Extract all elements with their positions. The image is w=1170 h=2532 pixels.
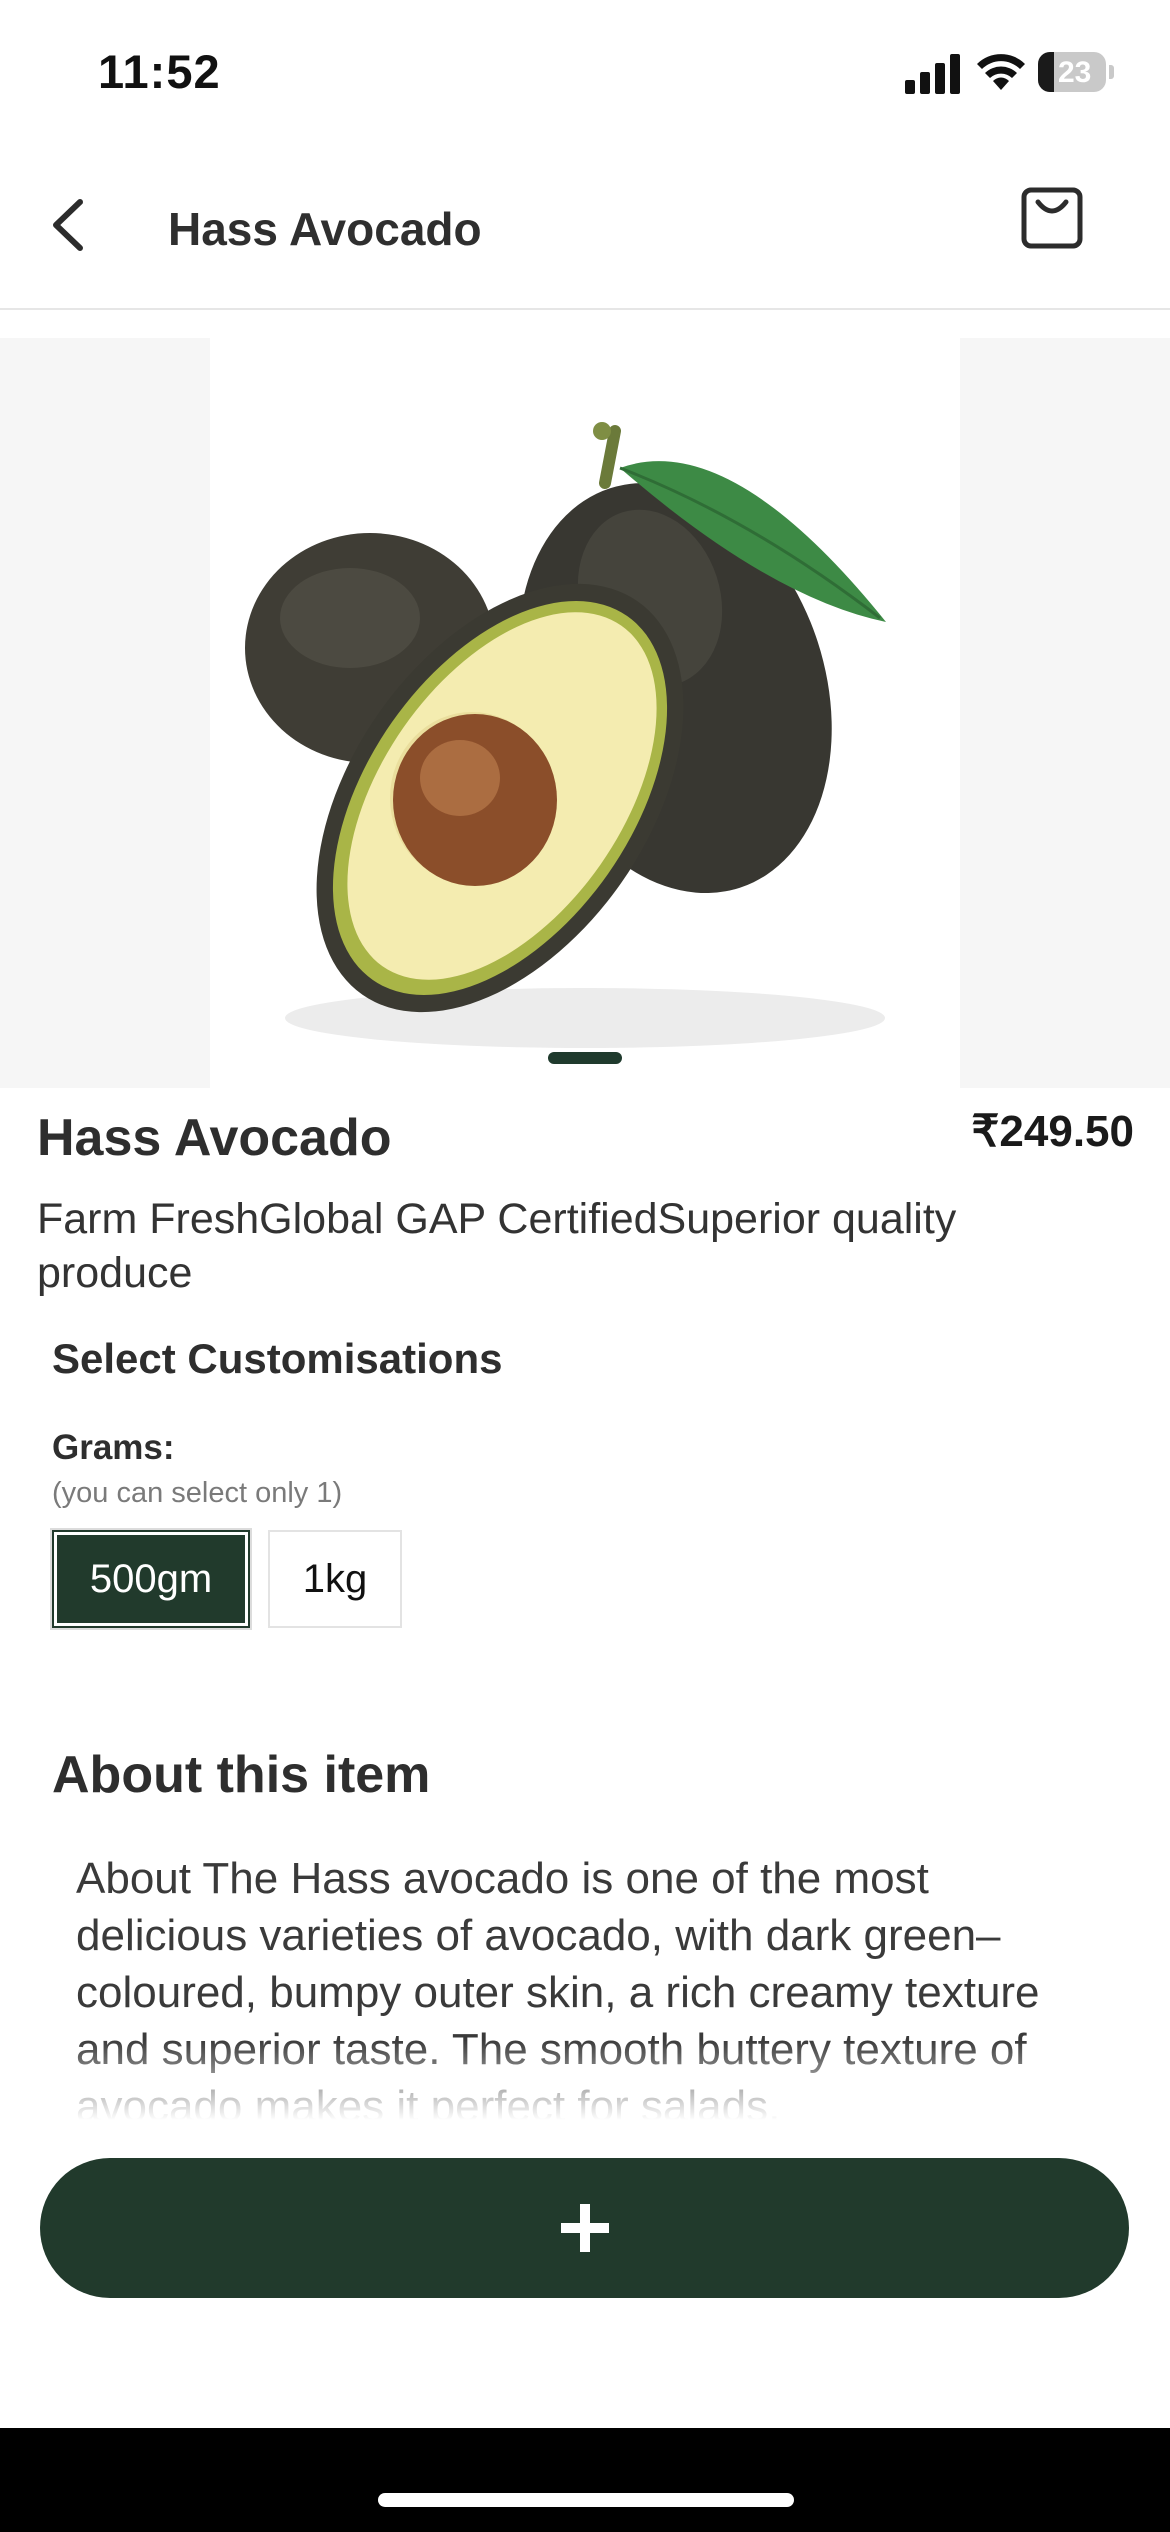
battery-icon: 23 xyxy=(1038,52,1114,92)
product-name: Hass Avocado xyxy=(37,1109,392,1167)
carousel-prev-panel xyxy=(0,338,210,1088)
product-image-carousel[interactable] xyxy=(0,338,1170,1088)
add-to-cart-button[interactable] xyxy=(40,2158,1129,2298)
about-text-container[interactable]: About The Hass avocado is one of the mos… xyxy=(76,1850,1086,2120)
wifi-icon xyxy=(977,54,1025,90)
home-indicator[interactable] xyxy=(378,2493,794,2507)
carousel-next-panel xyxy=(960,338,1170,1088)
carousel-indicator-active[interactable] xyxy=(548,1052,622,1064)
customisations-heading: Select Customisations xyxy=(52,1335,503,1382)
status-bar: 11:52 23 xyxy=(0,0,1170,150)
plus-icon xyxy=(560,2204,609,2252)
product-price: ₹249.50 xyxy=(971,1107,1134,1156)
page-title: Hass Avocado xyxy=(168,203,482,255)
app-header: Hass Avocado xyxy=(0,150,1170,310)
product-image xyxy=(210,338,960,1088)
battery-level xyxy=(1038,52,1054,92)
grams-label: Grams: xyxy=(52,1428,175,1467)
system-bottom-bar xyxy=(0,2428,1170,2532)
cellular-signal-icon xyxy=(905,54,960,94)
about-heading: About this item xyxy=(52,1746,431,1804)
battery-percentage: 23 xyxy=(1058,56,1092,89)
product-description: Farm FreshGlobal GAP CertifiedSuperior q… xyxy=(37,1195,957,1297)
option-1kg[interactable]: 1kg xyxy=(268,1530,402,1628)
option-500gm[interactable]: 500gm xyxy=(52,1530,250,1628)
status-time: 11:52 xyxy=(98,45,221,98)
chevron-left-icon[interactable] xyxy=(40,190,100,260)
grams-selection-hint: (you can select only 1) xyxy=(52,1477,343,1509)
shopping-bag-icon[interactable] xyxy=(1016,180,1088,256)
